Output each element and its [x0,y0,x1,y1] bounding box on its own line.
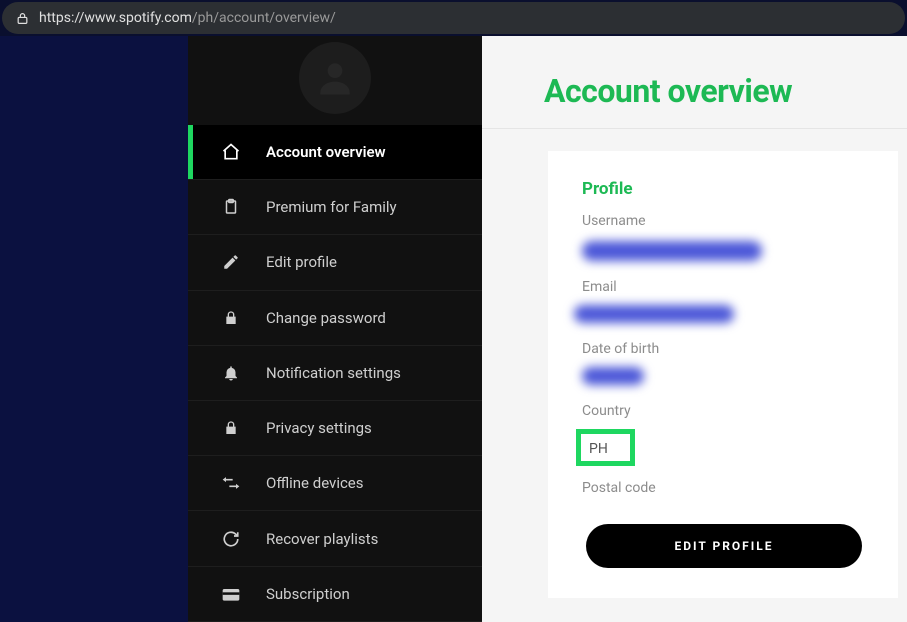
lock-icon [16,12,29,25]
sidebar-item-notification-settings[interactable]: Notification settings [188,346,482,401]
url-host: https://www.spotify.com [39,10,192,26]
sidebar-item-subscription[interactable]: Subscription [188,567,482,622]
avatar-placeholder [299,42,371,114]
card-icon [220,586,242,602]
home-icon [220,142,242,162]
sidebar-item-premium-family[interactable]: Premium for Family [188,180,482,235]
sidebar-item-change-password[interactable]: Change password [188,291,482,346]
sidebar-item-label: Edit profile [266,253,337,271]
sidebar-item-label: Privacy settings [266,419,372,437]
profile-card: Profile Username Email Date of birth Cou… [548,151,898,598]
page-gutter [0,36,188,622]
refresh-icon [220,530,242,548]
dob-value-redacted [582,367,644,385]
country-label: Country [582,403,864,419]
sidebar-item-label: Notification settings [266,364,401,382]
lock-icon [220,310,242,326]
url-path: /ph/account/overview/ [192,10,336,26]
sidebar-item-label: Offline devices [266,474,364,492]
main-content: Account overview Profile Username Email … [482,36,907,622]
sidebar-item-label: Change password [266,309,386,327]
sidebar: Account overview Premium for Family Edit… [188,36,482,622]
username-label: Username [582,213,864,229]
avatar-area [188,36,482,125]
sidebar-item-label: Subscription [266,585,350,603]
clipboard-icon [220,198,242,216]
email-value-redacted [574,305,734,323]
sidebar-item-edit-profile[interactable]: Edit profile [188,235,482,290]
email-label: Email [582,279,864,295]
sidebar-item-account-overview[interactable]: Account overview [188,125,482,180]
sidebar-item-label: Premium for Family [266,198,397,216]
dob-label: Date of birth [582,341,864,357]
divider [482,128,907,129]
bell-icon [220,364,242,382]
edit-profile-button[interactable]: EDIT PROFILE [586,524,862,568]
sidebar-item-label: Recover playlists [266,530,378,548]
postal-label: Postal code [582,480,864,496]
pencil-icon [220,253,242,271]
lock-icon [220,420,242,436]
sync-arrows-icon [220,476,242,490]
profile-section-title: Profile [582,179,864,199]
url-text: https://www.spotify.com/ph/account/overv… [39,10,336,26]
page-title: Account overview [544,72,907,110]
sidebar-item-privacy-settings[interactable]: Privacy settings [188,401,482,456]
sidebar-item-offline-devices[interactable]: Offline devices [188,456,482,511]
browser-address-bar[interactable]: https://www.spotify.com/ph/account/overv… [2,2,905,34]
sidebar-item-label: Account overview [266,143,386,161]
country-highlight-box: PH [576,429,635,466]
country-value: PH [589,441,608,457]
sidebar-item-recover-playlists[interactable]: Recover playlists [188,511,482,566]
username-value-redacted [582,241,762,261]
